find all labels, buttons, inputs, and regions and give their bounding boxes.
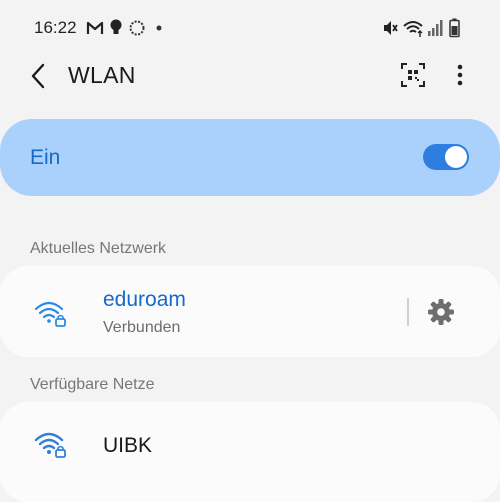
- current-network-row[interactable]: eduroam Verbunden: [0, 266, 500, 356]
- more-options-button[interactable]: [450, 60, 470, 90]
- wifi-lock-icon: [34, 301, 66, 327]
- notification-dot-icon: [156, 25, 162, 31]
- available-network-name: UIBK: [103, 434, 153, 457]
- status-time: 16:22: [34, 18, 77, 37]
- status-right-icons: [382, 18, 472, 38]
- qr-code-icon: [401, 63, 425, 87]
- row-divider: [407, 298, 409, 326]
- page-title: WLAN: [68, 62, 136, 88]
- gear-icon: [428, 299, 454, 325]
- more-options-icon: [457, 64, 463, 86]
- current-network-status: Verbunden: [103, 319, 181, 336]
- wifi-lock-icon: [34, 432, 66, 458]
- available-networks-card: UIBK: [0, 402, 500, 502]
- available-network-row[interactable]: UIBK: [0, 402, 500, 492]
- qr-code-button[interactable]: [400, 62, 426, 88]
- lightbulb-icon: [110, 19, 122, 34]
- wlan-switch[interactable]: [423, 144, 469, 170]
- master-toggle-label: Ein: [30, 146, 61, 169]
- wlan-master-toggle[interactable]: Ein: [0, 119, 500, 196]
- status-bar: 16:22: [0, 0, 500, 56]
- app-bar: WLAN: [0, 56, 500, 96]
- mute-icon: [384, 21, 398, 35]
- section-header-current: Aktuelles Netzwerk: [30, 240, 167, 257]
- current-network-card: eduroam Verbunden: [0, 266, 500, 357]
- back-button[interactable]: [28, 62, 50, 90]
- gmail-icon: [86, 21, 104, 34]
- wifi-status-icon: [403, 21, 423, 37]
- current-network-name: eduroam: [103, 288, 186, 311]
- signal-icon: [428, 20, 443, 36]
- back-arrow-icon: [31, 63, 45, 89]
- sync-icon: [129, 20, 145, 36]
- section-header-available: Verfügbare Netze: [30, 376, 155, 393]
- battery-icon: [449, 18, 460, 38]
- network-settings-button[interactable]: [426, 297, 456, 327]
- switch-knob: [445, 146, 467, 168]
